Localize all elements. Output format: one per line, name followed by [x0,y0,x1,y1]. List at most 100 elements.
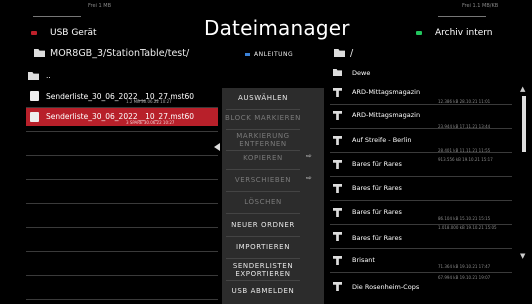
list-item-name: Bares für Rares [352,234,402,242]
list-item-meta: 913.556 kB 19.10.21 15:17 [438,157,493,162]
divider [330,128,512,129]
help-button[interactable]: Anleitung [245,51,293,58]
list-item-name: ARD-Mittagsmagazin [352,111,421,119]
menu-divider [226,150,300,151]
help-label: Anleitung [254,51,294,58]
list-item-meta: 3 SPARE 30.06.22 10:27 [126,120,175,125]
right-file-list: Dewe ARD-Mittagsmagazin 12.386 kB 28.10.… [330,66,512,304]
list-item-meta: 86.104 kB 15.10.21 15:15 [438,216,491,221]
page-title: Dateimanager [204,16,350,40]
folder-icon [333,69,342,76]
list-item-name: Die Rosenheim-Cops [352,283,420,291]
menu-pointer-icon [214,143,220,151]
menu-item-mark-block[interactable]: Block markieren [222,114,304,122]
recording-icon [333,88,342,97]
left-free-space: Frei 1 MB [88,3,112,9]
recording-icon [333,256,342,265]
recording-icon [333,111,342,120]
menu-divider [226,191,300,192]
left-device-selector[interactable]: USB Gerät [31,28,97,38]
recording-icon [333,136,342,145]
left-path-text: MOR8GB_3/StationTable/test/ [50,48,190,59]
list-item-name: Bares für Rares [352,160,402,168]
recording-icon [333,208,342,217]
divider [26,155,218,156]
file-icon [30,112,39,122]
divider [26,203,218,204]
list-item[interactable]: Bares für Rares [330,182,512,202]
left-file-list: .. Senderliste_30_06_2022__10_27.mst60 1… [26,70,218,304]
recording-icon [333,282,342,291]
right-device-selector[interactable]: Archiv intern [416,28,493,38]
red-key-icon [31,31,37,35]
left-storage-bar [33,16,81,17]
action-menu: Auswählen Block markieren Markierung ent… [222,88,324,304]
menu-item-usb-logout[interactable]: USB abmelden [222,287,304,295]
folder-icon [34,49,45,57]
menu-item-move[interactable]: Verschieben [222,176,304,184]
list-item-name: ARD-Mittagsmagazin [352,88,421,96]
file-icon [30,91,39,101]
list-item[interactable]: ARD-Mittagsmagazin 12.386 kB 28.10.21 11… [330,86,512,104]
list-item-name: Auf Streife - Berlin [352,136,412,144]
right-path: / [334,48,353,59]
scroll-down-icon[interactable]: ▼ [520,252,525,260]
right-device-label: Archiv intern [435,28,493,38]
menu-item-delete[interactable]: Löschen [222,198,304,206]
scrollbar-thumb[interactable] [522,96,526,152]
menu-divider [226,236,300,237]
menu-divider [226,169,300,170]
right-path-text: / [350,48,354,59]
menu-divider [226,109,300,110]
list-item[interactable]: Brisant 71.364 kB 19.10.21 17:47 [330,254,512,274]
parent-folder-row[interactable]: .. [26,70,218,84]
divider [26,131,218,132]
recording-icon [333,184,342,193]
right-free-space: Frei 1.1 MB/KB [462,3,499,9]
list-item-name: .. [46,71,51,80]
blue-key-icon [245,53,250,56]
menu-divider [226,258,300,259]
divider [330,176,512,177]
list-item[interactable]: Bares für Rares 1.018.000 kB 19.10.21 15… [330,225,512,250]
list-item-name: Bares für Rares [352,184,402,192]
folder-icon [334,49,345,57]
list-item[interactable]: Dewe [330,68,512,80]
list-item-meta: 67.994 kB 19.10.21 19:07 [438,275,491,280]
arrow-right-icon: ⇨ [306,174,312,182]
menu-item-import[interactable]: Importieren [222,243,304,251]
list-item[interactable]: Bares für Rares 913.556 kB 19.10.21 15:1… [330,157,512,178]
divider [330,248,512,249]
recording-icon [333,160,342,169]
menu-item-new-folder[interactable]: Neuer Ordner [222,221,304,229]
list-item[interactable]: Die Rosenheim-Cops 67.994 kB 19.10.21 19… [330,275,512,300]
right-storage-bar [438,16,486,17]
green-key-icon [416,31,422,35]
left-path: MOR8GB_3/StationTable/test/ [34,48,189,59]
list-item[interactable]: Bares für Rares 86.104 kB 15.10.21 15:15 [330,206,512,226]
menu-item-export-lists[interactable]: Senderlisten exportieren [222,262,304,279]
list-item[interactable]: Auf Streife - Berlin 28.401 kB 11.11.21 … [330,134,512,154]
list-item-selected[interactable]: Senderliste_30_06_2022__10_27.mst60 3 SP… [26,108,218,126]
menu-item-copy[interactable]: Kopieren [222,154,304,162]
list-item-meta: 1.2 MB 30.06.22 10:27 [126,99,172,104]
menu-divider [226,280,300,281]
menu-divider [226,129,300,130]
list-item-name: Bares für Rares [352,208,402,216]
list-item[interactable]: Senderliste_30_06_2022__10_27.mst60 1.2 … [26,89,218,104]
divider [330,224,512,225]
divider [330,104,512,105]
menu-item-unmark[interactable]: Markierung entfernen [222,132,304,149]
divider [26,275,218,276]
divider [330,200,512,201]
left-device-label: USB Gerät [50,28,97,38]
menu-item-select[interactable]: Auswählen [222,94,304,102]
divider [330,152,512,153]
divider [26,251,218,252]
list-item[interactable]: ARD-Mittagsmagazin 23.944 kB 17.11.21 13… [330,109,512,129]
divider [26,179,218,180]
scroll-up-icon[interactable]: ▲ [520,85,525,93]
list-item-meta: 71.364 kB 19.10.21 17:47 [438,264,491,269]
path-bar: MOR8GB_3/StationTable/test/ Anleitung / [0,45,532,63]
menu-divider [226,213,300,214]
